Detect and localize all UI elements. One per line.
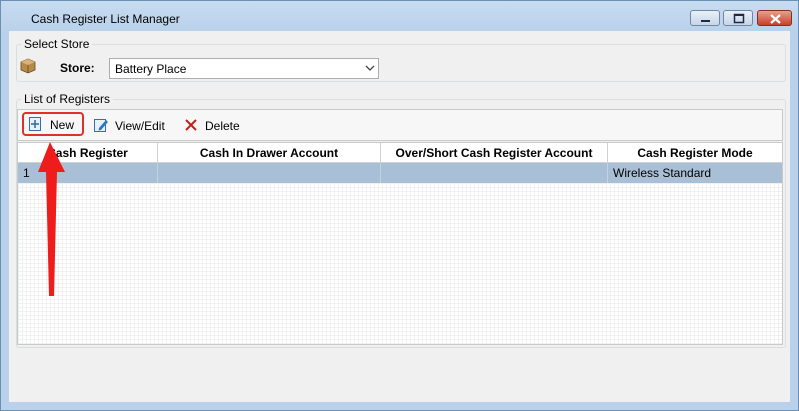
maximize-icon: [733, 13, 745, 24]
store-select[interactable]: Battery Place: [109, 58, 379, 79]
view-edit-button-label: View/Edit: [115, 119, 165, 133]
chevron-down-icon: [365, 65, 375, 71]
delete-button[interactable]: Delete: [181, 110, 251, 140]
new-button[interactable]: New: [22, 112, 84, 136]
store-select-value: Battery Place: [115, 62, 187, 76]
close-button[interactable]: [757, 10, 792, 26]
new-button-label: New: [50, 118, 75, 132]
window-title: Cash Register List Manager: [31, 12, 180, 26]
title-bar[interactable]: Cash Register List Manager: [1, 1, 798, 31]
store-box-icon: [20, 58, 36, 74]
view-edit-button[interactable]: View/Edit: [90, 110, 170, 140]
client-area: Select Store Store: Battery Place List o…: [9, 31, 790, 402]
registers-toolbar: New View/Edit Delete: [17, 109, 783, 141]
registers-group-title: List of Registers: [21, 92, 114, 106]
new-register-icon: [29, 117, 41, 131]
delete-button-label: Delete: [205, 119, 240, 133]
minimize-button[interactable]: [690, 10, 720, 26]
column-header[interactable]: Over/Short Cash Register Account: [381, 143, 608, 163]
registers-grid[interactable]: Cash Register Cash In Drawer Account Ove…: [17, 142, 783, 345]
column-header[interactable]: Cash Register: [18, 143, 158, 163]
select-store-group-title: Select Store: [21, 37, 93, 51]
delete-x-icon: [185, 119, 197, 131]
store-label: Store:: [60, 61, 95, 75]
grid-header: Cash Register Cash In Drawer Account Ove…: [18, 143, 782, 163]
cash-in-drawer-cell: [158, 163, 381, 183]
cash-register-cell: 1: [18, 163, 158, 183]
close-icon: [770, 14, 781, 24]
mode-cell: Wireless Standard: [613, 166, 712, 180]
table-row[interactable]: 1 Wireless Standard: [18, 163, 782, 183]
app-window: Cash Register List Manager Select Store …: [0, 0, 799, 411]
maximize-button[interactable]: [723, 10, 753, 26]
minimize-icon: [701, 20, 710, 22]
edit-icon: [94, 119, 108, 132]
column-header[interactable]: Cash Register Mode: [608, 143, 782, 163]
over-short-cell: [381, 163, 608, 183]
column-header[interactable]: Cash In Drawer Account: [158, 143, 381, 163]
